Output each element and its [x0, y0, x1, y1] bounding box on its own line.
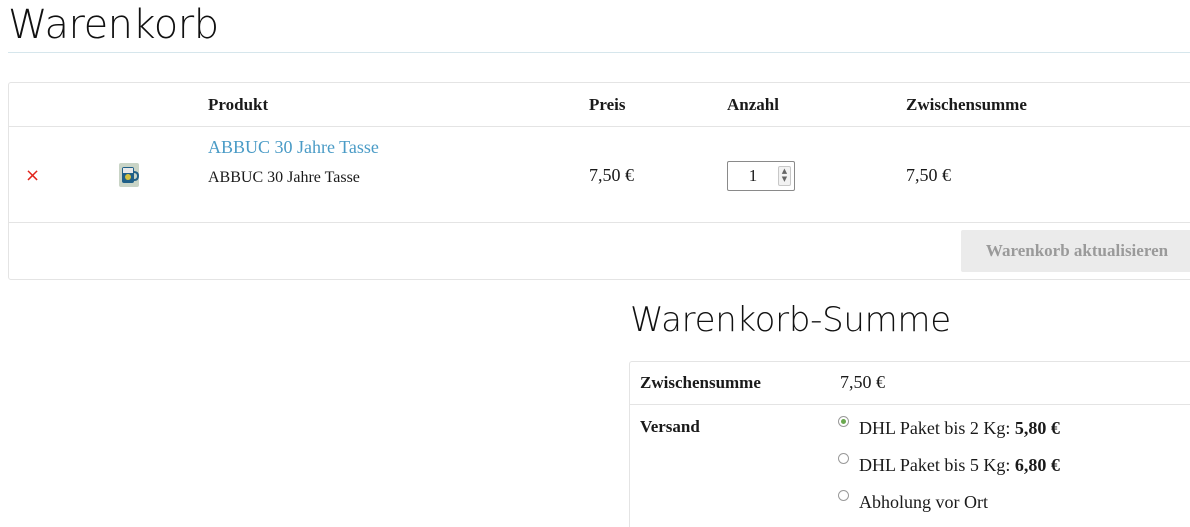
shipping-radio-dhl-2kg[interactable]	[838, 416, 849, 427]
title-divider	[8, 52, 1190, 53]
update-cart-button[interactable]: Warenkorb aktualisieren	[961, 230, 1190, 272]
shipping-price-dhl-5kg: 6,80 €	[1014, 455, 1060, 475]
cart-totals-table: Zwischensumme 7,50 € Versand DHL Paket b…	[629, 361, 1190, 527]
cart-table-header: Produkt Preis Anzahl Zwischensumme	[9, 83, 1190, 127]
totals-subtotal-row: Zwischensumme 7,50 €	[630, 362, 1190, 405]
column-header-quantity: Anzahl	[727, 95, 779, 114]
column-header-subtotal: Zwischensumme	[906, 95, 1027, 114]
totals-subtotal-value: 7,50 €	[840, 372, 885, 392]
product-link[interactable]: ABBUC 30 Jahre Tasse	[208, 137, 379, 158]
mug-thumbnail-icon[interactable]	[119, 163, 139, 187]
quantity-stepper[interactable]: ▲ ▼	[778, 166, 791, 186]
cart-item-row: × ABBUC 30 Jahre Tasse ABBUC 30 Jahre Ta…	[9, 127, 1190, 223]
shipping-price-dhl-2kg: 5,80 €	[1014, 418, 1060, 438]
cart-totals-title: Warenkorb-Summe	[630, 300, 951, 340]
column-header-product: Produkt	[208, 95, 269, 114]
product-variation: ABBUC 30 Jahre Tasse	[208, 169, 360, 186]
totals-subtotal-label: Zwischensumme	[640, 373, 761, 392]
column-header-price: Preis	[589, 95, 626, 114]
page-title: Warenkorb	[8, 2, 219, 48]
quantity-value: 1	[748, 166, 758, 185]
quantity-input[interactable]: 1 ▲ ▼	[727, 161, 795, 191]
cart-table: Produkt Preis Anzahl Zwischensumme × ABB…	[8, 82, 1190, 280]
item-price: 7,50 €	[589, 165, 634, 185]
remove-item-icon[interactable]: ×	[25, 167, 41, 185]
shipping-radio-pickup[interactable]	[838, 490, 849, 501]
shipping-radio-dhl-5kg[interactable]	[838, 453, 849, 464]
shipping-label: Versand	[640, 417, 700, 436]
item-subtotal: 7,50 €	[906, 165, 951, 185]
